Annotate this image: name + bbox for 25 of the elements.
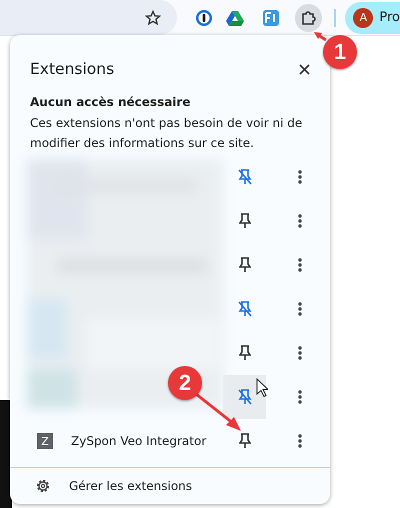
puzzle-icon[interactable]	[294, 4, 322, 32]
close-icon	[298, 64, 310, 74]
extension-name[interactable]: ZySpon Veo Integrator	[71, 434, 206, 448]
mouse-pointer-icon	[256, 378, 268, 398]
more-icon	[298, 390, 302, 404]
more-icon	[298, 170, 302, 184]
manage-extensions-button[interactable]: Gérer les extensions	[10, 468, 330, 504]
more-icon	[298, 346, 302, 360]
step-number: 1	[323, 35, 357, 69]
arrow	[194, 392, 242, 432]
settings-icon	[35, 478, 51, 494]
arrow	[314, 32, 326, 41]
section-description: Ces extensions n'ont pas besoin de voir ni de modifier des informations sur ce site.	[30, 115, 304, 152]
pin-button[interactable]	[223, 375, 266, 419]
star-icon[interactable]	[145, 10, 162, 26]
more-icon	[298, 258, 302, 272]
more-icon	[298, 434, 302, 448]
profile-label: Pro	[379, 10, 400, 25]
section-heading: Aucun accès nécessaire	[30, 95, 192, 109]
avatar: A	[353, 8, 374, 28]
extension-icon: Z	[37, 433, 53, 449]
more-icon	[298, 302, 302, 316]
popup-title: Extensions	[30, 60, 114, 78]
profile-button[interactable]: A Pro	[345, 2, 400, 34]
more-icon	[298, 214, 302, 228]
